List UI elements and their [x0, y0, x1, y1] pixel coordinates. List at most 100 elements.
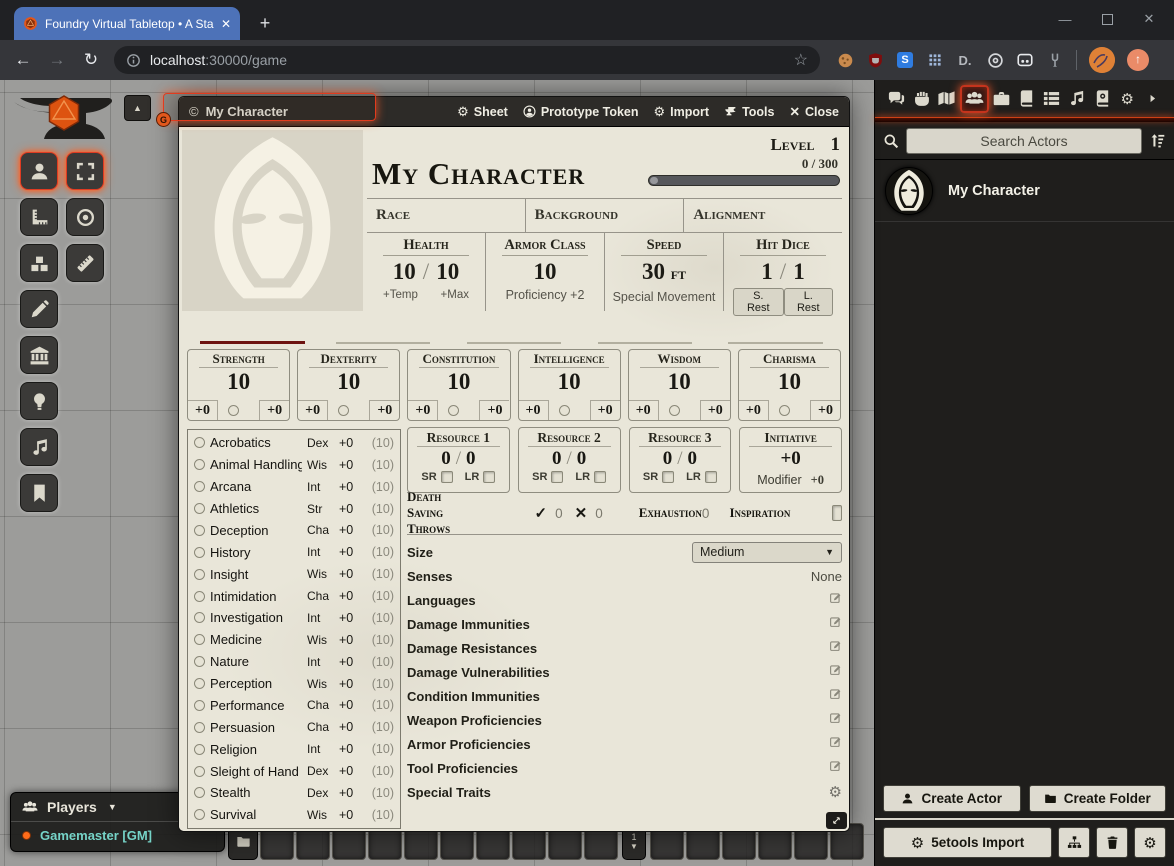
short-rest-checkbox[interactable]	[551, 471, 563, 483]
gear-icon[interactable]: ⚙	[829, 783, 842, 801]
death-success-icon[interactable]: ✓	[535, 504, 548, 522]
short-rest-checkbox[interactable]	[662, 471, 674, 483]
grid-extension-icon[interactable]	[926, 51, 944, 69]
ability-box[interactable]: Charisma 10 +0 +0	[738, 349, 841, 421]
long-rest-button[interactable]: L. Rest	[784, 288, 833, 316]
ability-box[interactable]: Wisdom 10 +0 +0	[628, 349, 731, 421]
import-button[interactable]: ⚙Import	[654, 104, 710, 120]
long-rest-checkbox[interactable]	[705, 471, 717, 483]
skill-row[interactable]: Religion Int +0 (10)	[188, 742, 400, 757]
ability-modifier[interactable]: +0	[629, 400, 659, 420]
death-success-count[interactable]: 0	[555, 506, 563, 521]
background-field[interactable]: Background	[526, 199, 685, 232]
ability-score[interactable]: 10	[519, 368, 620, 395]
skill-proficiency-radio[interactable]	[194, 656, 205, 667]
edit-icon[interactable]	[829, 615, 842, 633]
skill-name[interactable]: Nature	[210, 654, 302, 669]
save-proficiency-radio[interactable]	[338, 405, 349, 416]
tools-button[interactable]: Tools	[724, 105, 774, 119]
death-fail-icon[interactable]: ✕	[575, 504, 588, 522]
short-rest-checkbox[interactable]	[441, 471, 453, 483]
resource-current[interactable]: 0	[663, 448, 673, 469]
skill-row[interactable]: Animal Handling Wis +0 (10)	[188, 457, 400, 472]
save-proficiency-radio[interactable]	[448, 405, 459, 416]
long-rest-checkbox[interactable]	[483, 471, 495, 483]
sidebar-collapse-button[interactable]	[1140, 86, 1165, 112]
skill-proficiency-radio[interactable]	[194, 766, 205, 777]
sheet-tab[interactable]	[187, 319, 318, 345]
initiative-box[interactable]: Initiative +0 Modifier+0	[739, 427, 842, 493]
tool-drawings[interactable]	[20, 290, 58, 328]
ability-box[interactable]: Dexterity 10 +0 +0	[297, 349, 400, 421]
folder-tree-button[interactable]	[1058, 827, 1090, 858]
skill-proficiency-radio[interactable]	[194, 591, 205, 602]
sidebar-tab-compendium[interactable]	[1090, 86, 1115, 112]
cookie-extension-icon[interactable]	[836, 51, 854, 69]
skill-name[interactable]: Sleight of Hand	[210, 764, 302, 779]
skill-name[interactable]: Insight	[210, 567, 302, 582]
actor-avatar[interactable]	[885, 167, 933, 215]
skill-name[interactable]: Stealth	[210, 785, 302, 800]
tool-tiles[interactable]	[20, 244, 58, 282]
resource-box[interactable]: Resource 1 0/0 SR LR	[407, 427, 510, 493]
edit-icon[interactable]	[829, 639, 842, 657]
browser-update-button[interactable]: ↑	[1127, 49, 1149, 71]
settings-button[interactable]: ⚙	[1134, 827, 1166, 858]
edit-icon[interactable]	[829, 735, 842, 753]
profile-avatar[interactable]	[1089, 47, 1115, 73]
sheet-tab[interactable]	[449, 319, 580, 345]
skill-name[interactable]: Deception	[210, 523, 302, 538]
window-resize-handle[interactable]	[826, 812, 847, 829]
exhaustion-value[interactable]: 0	[702, 506, 710, 521]
ability-save[interactable]: +0	[590, 400, 620, 420]
edit-icon[interactable]	[829, 711, 842, 729]
skill-row[interactable]: Nature Int +0 (10)	[188, 654, 400, 669]
skill-name[interactable]: Athletics	[210, 501, 302, 516]
ability-save[interactable]: +0	[810, 400, 840, 420]
ability-score[interactable]: 10	[298, 368, 399, 395]
resource-label[interactable]: Resource 3	[639, 430, 722, 447]
nav-collapse-button[interactable]: ▲	[124, 95, 151, 121]
skill-proficiency-radio[interactable]	[194, 744, 205, 755]
ability-save[interactable]: +0	[369, 400, 399, 420]
sheet-config-button[interactable]: ⚙Sheet	[457, 104, 508, 120]
sidebar-tab-combat[interactable]	[909, 86, 934, 112]
reload-button[interactable]: ↻	[76, 50, 106, 70]
sheet-tab[interactable]	[318, 319, 449, 345]
sidebar-tab-tables[interactable]	[1039, 86, 1064, 112]
skill-proficiency-radio[interactable]	[194, 700, 205, 711]
long-rest-checkbox[interactable]	[594, 471, 606, 483]
level-display[interactable]: Level1	[648, 134, 840, 156]
skill-name[interactable]: Medicine	[210, 632, 302, 647]
browser-tab[interactable]: Foundry Virtual Tabletop • A Stan ✕	[14, 7, 240, 40]
skill-row[interactable]: Performance Cha +0 (10)	[188, 698, 400, 713]
ability-score[interactable]: 10	[629, 368, 730, 395]
ability-save[interactable]: +0	[259, 400, 289, 420]
ability-box[interactable]: Constitution 10 +0 +0	[407, 349, 510, 421]
window-minimize-button[interactable]: —	[1044, 0, 1086, 38]
skill-row[interactable]: Insight Wis +0 (10)	[188, 567, 400, 582]
resource-box[interactable]: Resource 2 0/0 SR LR	[518, 427, 621, 493]
skill-row[interactable]: Stealth Dex +0 (10)	[188, 785, 400, 800]
create-actor-button[interactable]: Create Actor	[883, 785, 1021, 812]
window-close-button[interactable]: ✕	[1128, 0, 1170, 38]
forward-button[interactable]: →	[42, 50, 72, 70]
skill-proficiency-radio[interactable]	[194, 525, 205, 536]
5etools-import-button[interactable]: ⚙5etools Import	[883, 827, 1052, 858]
edit-icon[interactable]	[829, 591, 842, 609]
site-info-icon[interactable]	[126, 53, 141, 68]
death-fail-count[interactable]: 0	[595, 506, 603, 521]
size-select[interactable]: Medium▼	[692, 542, 842, 563]
skill-row[interactable]: Investigation Int +0 (10)	[188, 610, 400, 625]
ability-modifier[interactable]: +0	[188, 400, 218, 420]
skill-name[interactable]: Acrobatics	[210, 435, 302, 450]
resource-current[interactable]: 0	[441, 448, 451, 469]
actor-list-item[interactable]: My Character	[875, 160, 1174, 222]
d-extension-icon[interactable]: D.	[956, 51, 974, 69]
initiative-modifier[interactable]: +0	[811, 473, 824, 487]
skill-proficiency-radio[interactable]	[194, 437, 205, 448]
tuning-fork-extension-icon[interactable]	[1046, 51, 1064, 69]
skill-proficiency-radio[interactable]	[194, 481, 205, 492]
skill-row[interactable]: Athletics Str +0 (10)	[188, 501, 400, 516]
ability-box[interactable]: Intelligence 10 +0 +0	[518, 349, 621, 421]
